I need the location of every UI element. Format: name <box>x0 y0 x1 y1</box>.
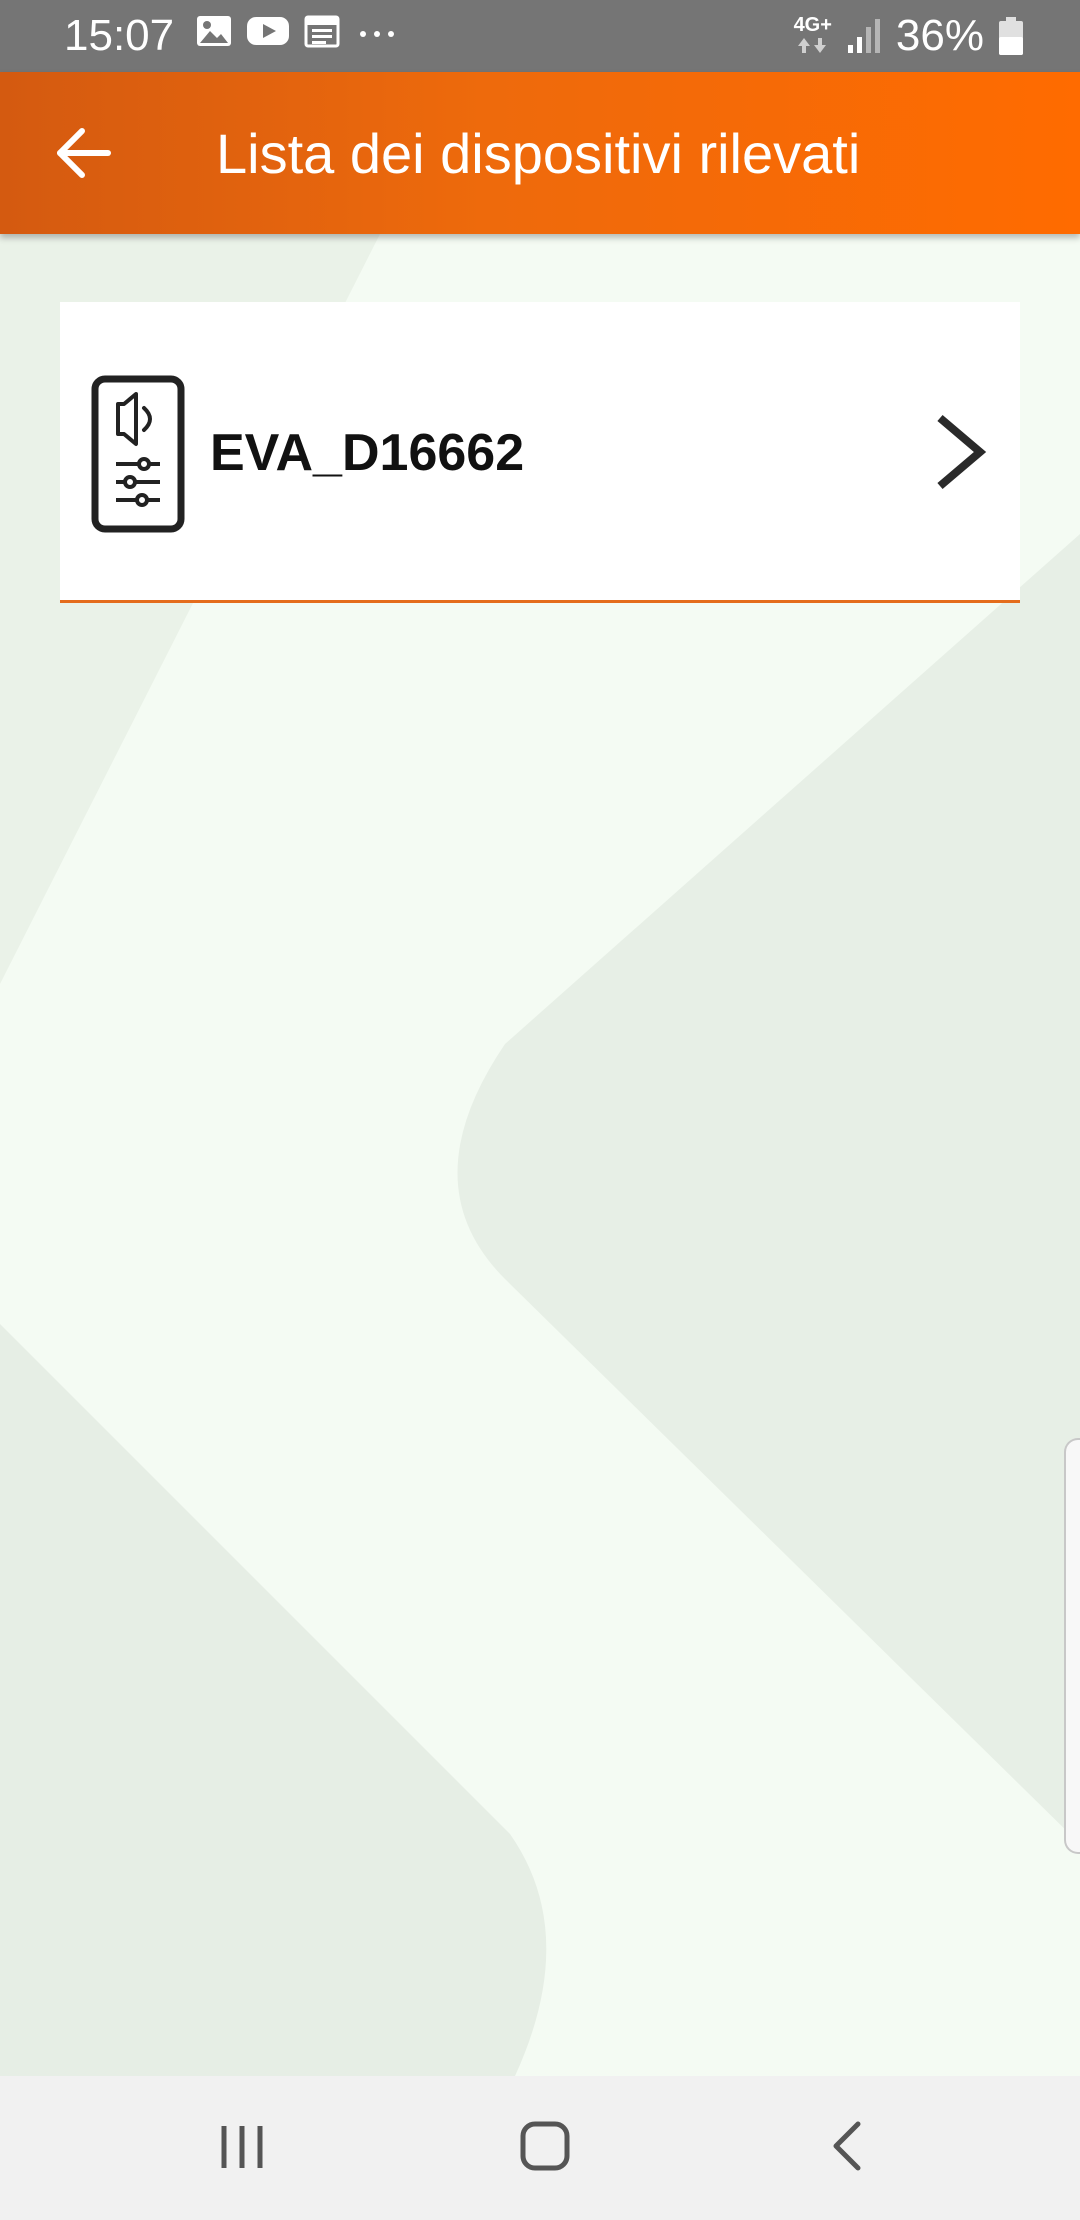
back-button[interactable] <box>46 114 124 192</box>
arrow-left-icon <box>57 128 111 178</box>
network-indicator: 4G+ <box>794 14 832 59</box>
notification-icons <box>196 14 400 48</box>
network-label: 4G+ <box>793 13 832 36</box>
more-dots-icon <box>360 31 394 37</box>
calendar-icon <box>304 15 340 48</box>
youtube-icon <box>247 17 289 45</box>
screen: 15:07 4G+ 36% Lista dei dispositivi rile… <box>0 0 1080 2220</box>
image-icon <box>197 16 231 46</box>
battery-percent: 36% <box>895 11 984 60</box>
nav-back-button[interactable] <box>808 2108 888 2188</box>
system-icons: 4G+ 36% <box>794 8 1024 64</box>
home-icon <box>520 2121 570 2171</box>
home-button[interactable] <box>505 2108 585 2188</box>
device-name: EVA_D16662 <box>210 424 525 482</box>
back-icon <box>833 2121 861 2171</box>
signal-icon <box>847 19 880 53</box>
page-title: Lista dei dispositivi rilevati <box>216 122 861 185</box>
app-bar: Lista dei dispositivi rilevati <box>0 72 1080 234</box>
chevron-right-icon <box>937 414 987 490</box>
navigation-bar <box>0 2076 1080 2220</box>
device-list-item[interactable]: EVA_D16662 <box>60 302 1020 603</box>
status-time: 15:07 <box>64 11 175 60</box>
status-bar: 15:07 4G+ 36% <box>0 0 1080 72</box>
recent-apps-icon <box>221 2126 263 2168</box>
edge-panel-handle[interactable] <box>1064 1438 1080 1854</box>
recent-apps-button[interactable] <box>202 2108 282 2188</box>
data-arrows-icon <box>797 37 826 53</box>
device-settings-icon <box>91 375 185 533</box>
battery-icon <box>999 17 1023 55</box>
